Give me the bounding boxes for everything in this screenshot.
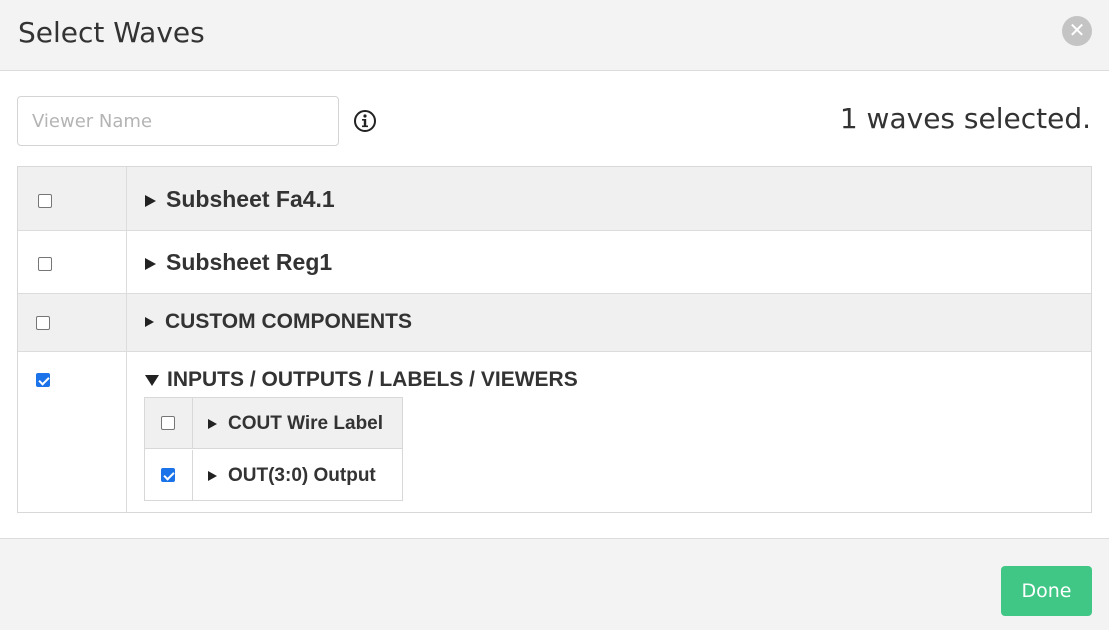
group-label: Subsheet Reg1	[166, 249, 333, 275]
expand-arrow-icon	[145, 317, 154, 328]
group-toggle-subsheet-fa4-1[interactable]: Subsheet Fa4.1	[145, 186, 335, 213]
expand-arrow-icon	[145, 257, 156, 270]
signal-toggle-out[interactable]: OUT(3:0) Output	[208, 465, 376, 487]
group-toggle-inputs-outputs[interactable]: INPUTS / OUTPUTS / LABELS / VIEWERS	[145, 368, 578, 392]
group-checkbox-subsheet-reg1[interactable]	[38, 257, 52, 271]
group-row-subsheet-fa4-1: Subsheet Fa4.1	[18, 167, 1091, 231]
signals-subtable: COUT Wire Label OUT(3:0) Output	[144, 397, 403, 501]
group-label: CUSTOM COMPONENTS	[165, 310, 412, 333]
viewer-name-input[interactable]	[17, 96, 339, 146]
signal-toggle-cout[interactable]: COUT Wire Label	[208, 413, 383, 435]
group-check-cell	[18, 352, 127, 512]
group-row-custom-components: CUSTOM COMPONENTS	[18, 294, 1091, 352]
group-toggle-custom-components[interactable]: CUSTOM COMPONENTS	[145, 310, 412, 334]
signal-label: OUT(3:0) Output	[228, 465, 376, 486]
dialog-footer: Done	[0, 538, 1109, 630]
close-icon[interactable]: ✕	[1062, 16, 1092, 46]
signal-check-cell	[145, 398, 193, 448]
group-checkbox-custom-components[interactable]	[36, 316, 50, 330]
expand-arrow-icon	[208, 418, 217, 429]
group-check-cell	[18, 167, 127, 230]
signal-checkbox-cout[interactable]	[161, 416, 175, 430]
info-icon[interactable]	[353, 109, 377, 133]
dialog-title: Select Waves	[18, 16, 205, 49]
group-toggle-subsheet-reg1[interactable]: Subsheet Reg1	[145, 249, 332, 276]
signal-check-cell	[145, 450, 193, 501]
collapse-arrow-icon	[145, 374, 159, 386]
group-checkbox-inputs-outputs[interactable]	[36, 373, 50, 387]
group-label: Subsheet Fa4.1	[166, 186, 335, 212]
group-row-subsheet-reg1: Subsheet Reg1	[18, 231, 1091, 294]
signal-row-out: OUT(3:0) Output	[145, 450, 402, 501]
group-checkbox-subsheet-fa4-1[interactable]	[38, 194, 52, 208]
signal-checkbox-out[interactable]	[161, 468, 175, 482]
signal-label: COUT Wire Label	[228, 413, 384, 434]
waves-selected-count: 1 waves selected.	[839, 102, 1091, 135]
expand-arrow-icon	[208, 470, 217, 481]
group-check-cell	[18, 231, 127, 293]
group-check-cell	[18, 294, 127, 351]
group-label: INPUTS / OUTPUTS / LABELS / VIEWERS	[167, 368, 578, 391]
done-button[interactable]: Done	[1001, 566, 1092, 616]
expand-arrow-icon	[145, 194, 156, 207]
signal-row-cout: COUT Wire Label	[145, 398, 402, 449]
dialog-header: Select Waves ✕	[0, 0, 1109, 71]
